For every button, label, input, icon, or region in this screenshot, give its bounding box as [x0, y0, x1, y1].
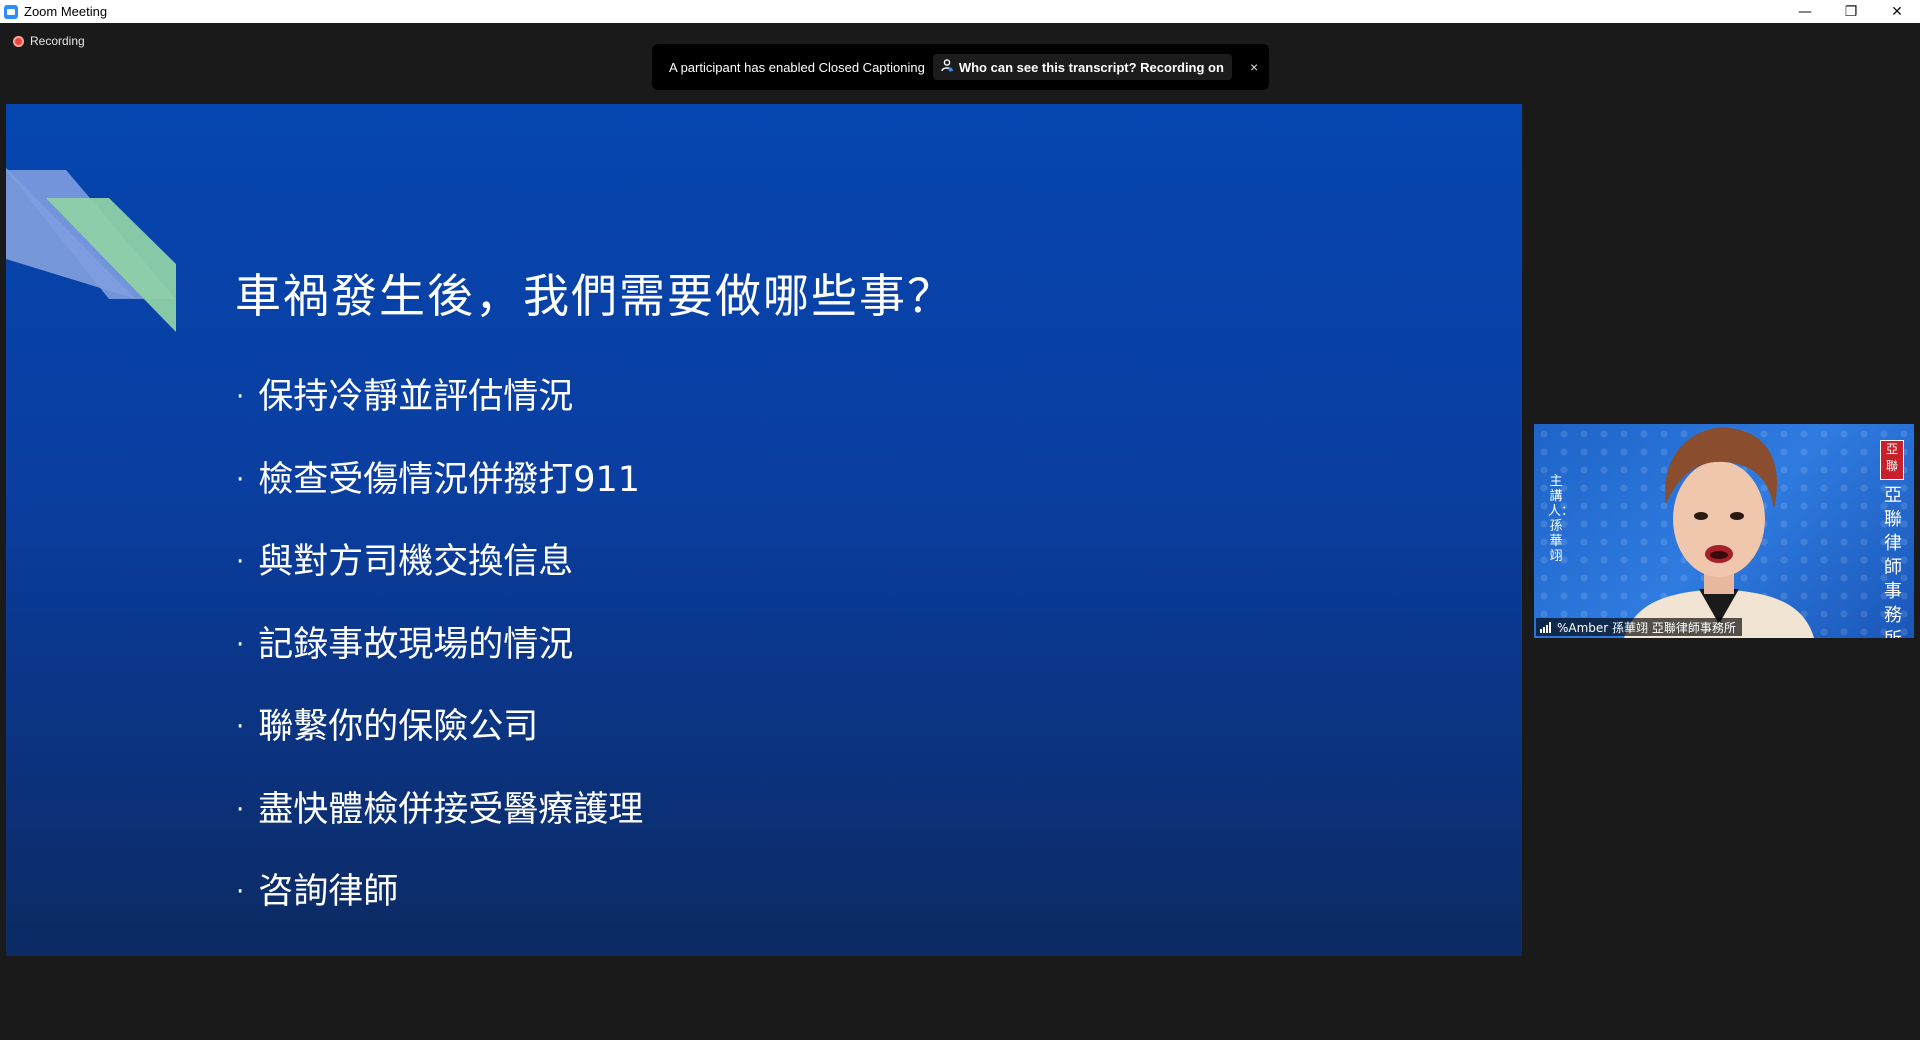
- window-title: Zoom Meeting: [24, 4, 108, 19]
- transcript-link-label: Who can see this transcript? Recording o…: [958, 59, 1224, 75]
- restore-button[interactable]: ❐: [1828, 0, 1874, 23]
- cc-message: A participant has enabled Closed Caption…: [669, 59, 925, 75]
- recording-label: Recording: [30, 34, 85, 48]
- person-icon: [941, 59, 953, 75]
- shared-screen-slide: 車禍發生後，我們需要做哪些事？ · 保持冷靜並評估情況 · 檢查受傷情況併撥打911…: [6, 104, 1522, 956]
- close-window-button[interactable]: ✕: [1874, 0, 1920, 23]
- bullet-item: · 聯繫你的保險公司: [236, 707, 539, 748]
- recording-dot-icon: [13, 35, 24, 47]
- participant-name-tag: %Amber 孫華翊 亞聯律師事務所: [1536, 618, 1742, 636]
- slide-bullet-list: · 保持冷靜並評估情況 · 檢查受傷情況併撥打911 · 與對方司機交換信息 · 記錄事…: [236, 356, 643, 934]
- firm-seal: 亞聯: [1880, 440, 1904, 480]
- firm-caption: 亞聯律師事務所: [1884, 485, 1902, 638]
- slide-title: 車禍發生後，我們需要做哪些事？: [235, 269, 955, 323]
- transcript-info-button[interactable]: Who can see this transcript? Recording o…: [932, 54, 1232, 80]
- close-banner-button[interactable]: ×: [1250, 59, 1258, 75]
- closed-caption-banner: A participant has enabled Closed Caption…: [652, 44, 1269, 90]
- window-titlebar: Zoom Meeting — ❐ ✕: [0, 0, 1920, 23]
- speaker-figure: [1624, 427, 1814, 638]
- slide-decoration: [6, 168, 176, 332]
- participant-name: %Amber 孫華翊 亞聯律師事務所: [1557, 620, 1736, 635]
- presenter-caption: 主講人：孫華翊: [1548, 474, 1575, 564]
- window-controls: — ❐ ✕: [1782, 0, 1920, 23]
- bullet-item: · 檢查受傷情況併撥打911: [236, 459, 641, 500]
- bullet-item: · 記錄事故現場的情況: [236, 624, 574, 665]
- participant-video-tile[interactable]: 主講人：孫華翊 亞聯 亞聯律師事務所 %Amber 孫華翊 亞聯律師事務所: [1534, 424, 1914, 638]
- bullet-item: · 咨詢律師: [236, 872, 399, 913]
- minimize-button[interactable]: —: [1782, 0, 1828, 23]
- bullet-item: · 盡快體檢併接受醫療護理: [236, 789, 644, 830]
- bullet-item: · 保持冷靜並評估情況: [236, 377, 574, 418]
- zoom-app-icon: [4, 4, 18, 19]
- signal-strength-icon: [1540, 621, 1552, 633]
- recording-indicator[interactable]: Recording: [13, 34, 85, 48]
- bullet-item: · 與對方司機交換信息: [236, 542, 574, 583]
